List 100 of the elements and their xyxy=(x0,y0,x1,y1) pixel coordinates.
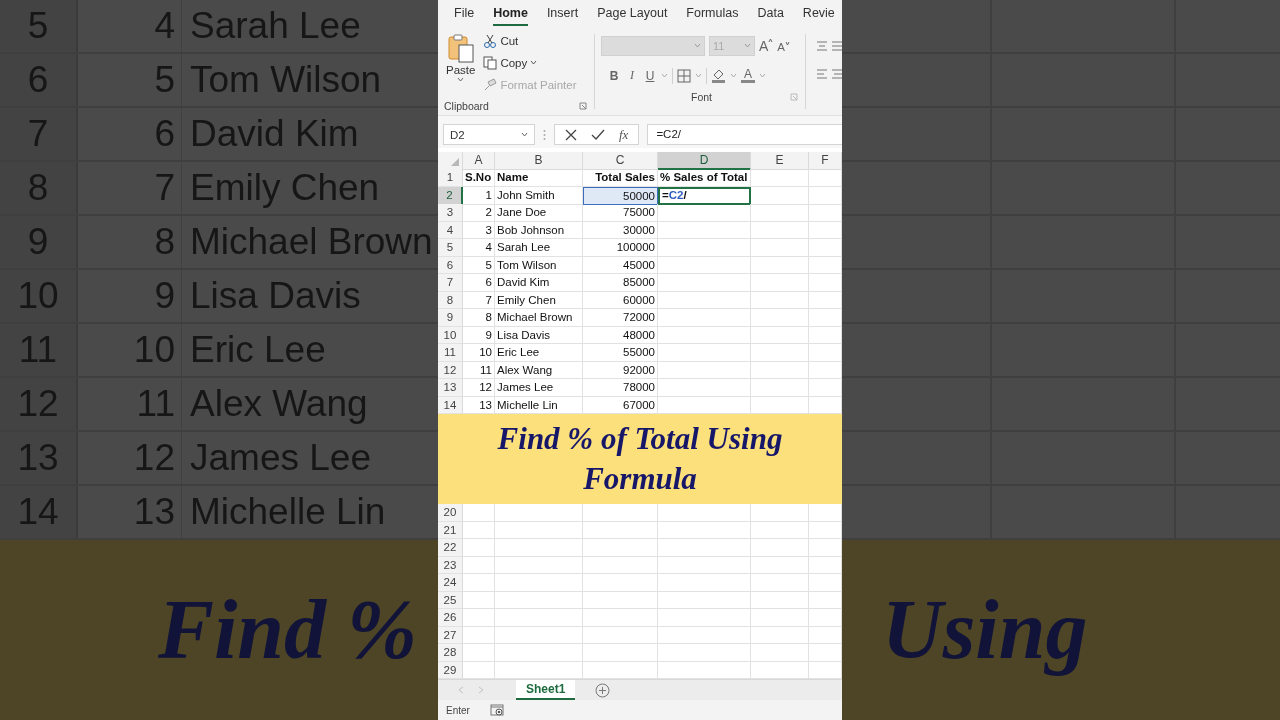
empty-cell xyxy=(751,626,809,645)
row-header[interactable]: 28 xyxy=(438,644,463,662)
table-cell: 5 xyxy=(463,256,495,275)
ribbon-tab[interactable]: Formulas xyxy=(686,1,739,26)
empty-cell xyxy=(751,539,809,557)
empty-cell xyxy=(751,644,809,662)
ribbon-tab[interactable]: Home xyxy=(493,1,528,26)
table-cell: Alex Wang xyxy=(495,361,583,380)
table-cell: S.No xyxy=(463,169,495,187)
dialog-launcher-icon[interactable] xyxy=(579,101,587,110)
row-header[interactable]: 13 xyxy=(438,379,463,397)
ribbon-button[interactable]: Copy xyxy=(483,53,577,72)
column-header[interactable]: B xyxy=(495,151,583,171)
status-mode: Enter xyxy=(446,704,470,716)
font-color-button[interactable]: A xyxy=(741,68,755,84)
checkmark-icon[interactable] xyxy=(591,128,605,141)
empty-cell xyxy=(751,204,809,222)
table-cell: 45000 xyxy=(583,256,658,275)
empty-cell xyxy=(751,574,809,592)
font-name-field[interactable] xyxy=(601,35,705,56)
table-cell: 1 xyxy=(463,186,495,206)
macro-record-icon[interactable] xyxy=(489,703,504,717)
close-icon[interactable] xyxy=(565,128,577,141)
group-label: Font xyxy=(691,90,712,103)
table-cell: Michael Brown xyxy=(495,309,583,327)
insert-function-button[interactable]: fx xyxy=(619,126,629,143)
ribbon-tab[interactable]: File xyxy=(454,1,475,26)
empty-cell xyxy=(751,556,809,575)
banner-title: Find % xyxy=(158,583,418,677)
empty-cell xyxy=(751,274,809,292)
table-cell: Emily Chen xyxy=(495,291,583,310)
table-cell: Tom Wilson xyxy=(495,256,583,275)
caret-up-icon xyxy=(768,37,774,43)
row-header[interactable]: 20 xyxy=(438,504,463,522)
table-cell: 2 xyxy=(463,204,495,222)
table-cell: Bob Johnson xyxy=(495,221,583,240)
video-caption: Find % of Total Using Formula xyxy=(496,419,784,499)
ribbon-tab[interactable]: Page Layout xyxy=(597,1,668,26)
table-cell: David Kim xyxy=(495,274,583,292)
scroll-left-icon[interactable] xyxy=(458,686,464,695)
select-all-icon[interactable] xyxy=(450,157,460,168)
row-header[interactable]: 7 xyxy=(438,274,463,292)
empty-cell xyxy=(751,291,809,310)
table-cell: Jane Doe xyxy=(495,204,583,222)
table-cell: 60000 xyxy=(583,291,658,310)
caret-icon[interactable] xyxy=(521,132,528,138)
empty-cell xyxy=(751,521,809,540)
table-cell: 92000 xyxy=(583,361,658,380)
table-cell: 72000 xyxy=(583,309,658,327)
italic-button[interactable]: I xyxy=(625,68,639,84)
table-cell: Total Sales xyxy=(583,169,658,187)
add-sheet-icon[interactable] xyxy=(595,682,611,698)
empty-cell xyxy=(751,256,809,275)
table-cell: 55000 xyxy=(583,344,658,362)
table-cell: 48000 xyxy=(583,326,658,345)
bold-button[interactable]: B xyxy=(607,68,621,83)
paste-button[interactable]: Paste xyxy=(444,31,478,97)
caret-icon[interactable] xyxy=(457,76,465,82)
caret-icon[interactable] xyxy=(530,60,538,66)
empty-cell xyxy=(751,504,809,522)
active-cell[interactable]: =C2/ xyxy=(658,186,751,206)
scroll-right-icon[interactable] xyxy=(478,686,484,695)
column-header[interactable]: D xyxy=(658,151,751,171)
row-header[interactable]: 9 xyxy=(438,309,463,327)
paintbrush-icon xyxy=(483,77,498,92)
underline-button[interactable]: U xyxy=(643,68,657,83)
grip-icon xyxy=(543,128,546,141)
ribbon-tab[interactable]: Data xyxy=(757,1,784,26)
name-box[interactable]: D2 xyxy=(443,124,535,146)
table-cell: 6 xyxy=(463,274,495,292)
align-left-icon[interactable] xyxy=(816,67,842,80)
row-header[interactable]: 5 xyxy=(438,239,463,257)
shrink-font-button[interactable]: A xyxy=(777,40,790,53)
ribbon-tab[interactable]: Revie xyxy=(802,1,835,26)
sheet-tab[interactable]: Sheet1 xyxy=(516,680,576,701)
grow-font-button[interactable]: A xyxy=(759,37,774,54)
table-cell: Lisa Davis xyxy=(495,326,583,345)
row-header[interactable]: 1 xyxy=(438,169,463,187)
row-header[interactable]: 3 xyxy=(438,204,463,222)
row-header[interactable]: 26 xyxy=(438,609,463,627)
ribbon-button[interactable]: Cut xyxy=(483,31,577,50)
empty-cell xyxy=(751,239,809,257)
row-header[interactable]: 24 xyxy=(438,574,463,592)
table-cell: Sarah Lee xyxy=(495,239,583,257)
formula-field[interactable]: =C2/ xyxy=(647,124,842,146)
row-header[interactable]: 22 xyxy=(438,539,463,557)
fill-bucket-icon[interactable] xyxy=(711,68,726,84)
table-cell: 85000 xyxy=(583,274,658,292)
empty-cell xyxy=(751,609,809,627)
empty-cell xyxy=(751,326,809,345)
column-header[interactable]: E xyxy=(751,151,809,171)
ribbon-tab[interactable]: Insert xyxy=(546,1,579,26)
row-header[interactable]: 11 xyxy=(438,344,463,362)
empty-cell xyxy=(751,309,809,327)
group-label: Clipboard xyxy=(444,99,489,112)
caret-down-icon xyxy=(785,40,790,46)
dialog-launcher-icon[interactable] xyxy=(790,92,798,101)
borders-icon[interactable] xyxy=(677,68,691,83)
align-top-icon[interactable] xyxy=(816,39,842,52)
column-header[interactable]: A xyxy=(463,151,495,171)
